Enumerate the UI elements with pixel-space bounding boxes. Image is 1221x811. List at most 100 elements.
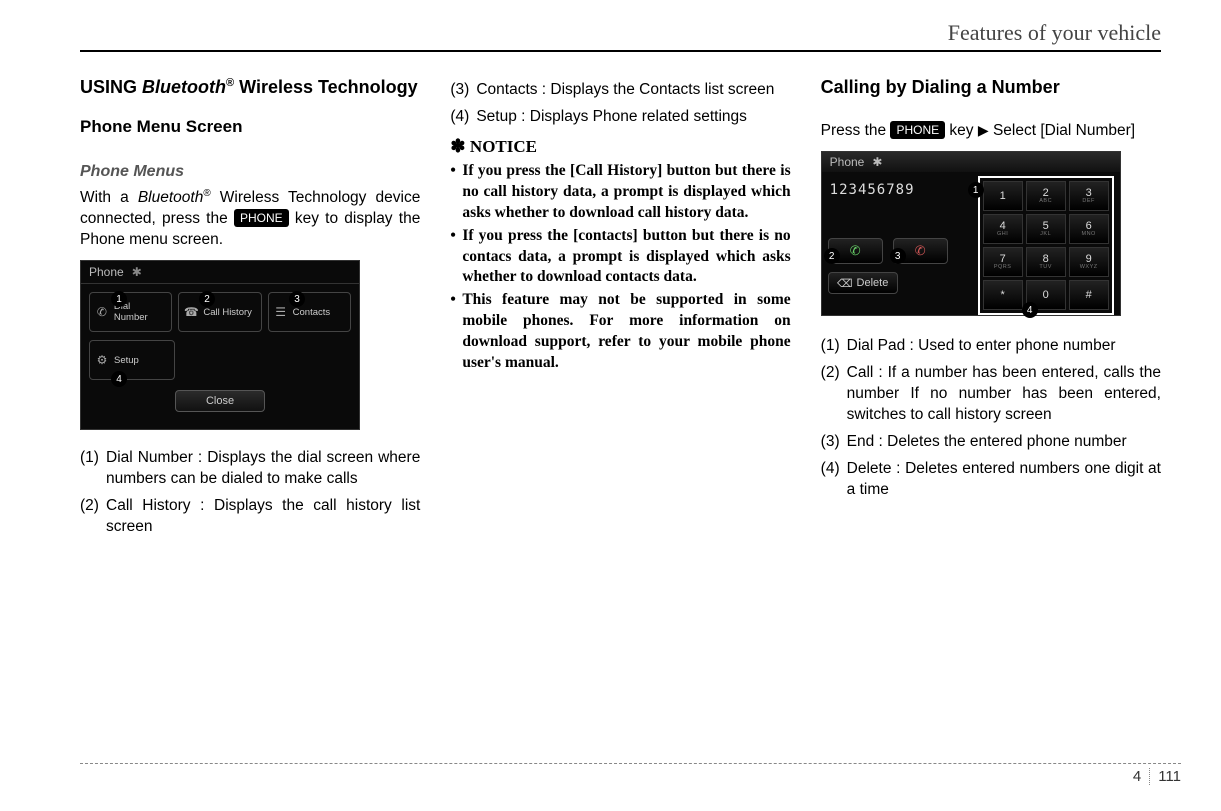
list-col1: (1) Dial Number : Displays the dial scre… <box>80 448 420 538</box>
callout-2: 2 <box>824 248 840 264</box>
column-1: USING Bluetooth® Wireless Technology Pho… <box>80 76 420 544</box>
bullet-text: This feature may not be supported in som… <box>462 290 790 374</box>
column-2: (3) Contacts : Displays the Contacts lis… <box>450 76 790 544</box>
intro-paragraph: With a Bluetooth® Wireless Technology de… <box>80 187 420 251</box>
list-col3: (1) Dial Pad : Used to enter phone numbe… <box>821 336 1161 500</box>
list-col2: (3) Contacts : Displays the Contacts lis… <box>450 80 790 128</box>
contacts-icon: ☰ <box>274 305 288 319</box>
callout-1: 1 <box>968 182 984 198</box>
item-number: (4) <box>450 107 476 128</box>
notice-star-icon: ✽ <box>450 136 470 156</box>
header-title: Features of your vehicle <box>948 20 1161 45</box>
phone-pickup-icon: ✆ <box>850 243 861 259</box>
item-text: Call : If a number has been entered, cal… <box>847 363 1161 426</box>
txt: USING <box>80 77 142 97</box>
key-7[interactable]: 7PQRS <box>983 247 1023 277</box>
dial-pad[interactable]: 1 2ABC 3DEF 4GHI 5JKL 6MNO 7PQRS 8TUV 9W… <box>978 176 1114 315</box>
dial-instruction: Press the PHONE key ▶ Select [Dial Numbe… <box>821 121 1161 142</box>
page-header: Features of your vehicle <box>80 20 1161 52</box>
key-1[interactable]: 1 <box>983 181 1023 211</box>
phone-key-badge: PHONE <box>890 121 945 139</box>
item-text: Delete : Deletes entered numbers one dig… <box>847 459 1161 501</box>
menu-call-history[interactable]: ☎ Call History <box>178 292 261 332</box>
screenshot-title: Phone <box>830 155 865 169</box>
item-text: Contacts : Displays the Contacts list sc… <box>476 80 790 101</box>
key-4[interactable]: 4GHI <box>983 214 1023 244</box>
key-6[interactable]: 6MNO <box>1069 214 1109 244</box>
column-3: Calling by Dialing a Number Press the PH… <box>821 76 1161 544</box>
bullet-dot: • <box>450 161 462 224</box>
menu-contacts[interactable]: ☰ Contacts <box>268 292 351 332</box>
notice-bullet: • This feature may not be supported in s… <box>450 290 790 374</box>
list-item: (4) Delete : Deletes entered numbers one… <box>821 459 1161 501</box>
screenshot-title: Phone <box>89 265 124 279</box>
item-text: Call History : Displays the call history… <box>106 496 420 538</box>
phone-menu-screenshot: Phone ✱ ✆ Dial Number ☎ Call History ☰ C… <box>80 260 360 430</box>
page-number: 111 <box>1158 768 1181 785</box>
bullet-text: If you press the [Call History] button b… <box>462 161 790 224</box>
screenshot-titlebar: Phone ✱ <box>81 261 359 284</box>
columns: USING Bluetooth® Wireless Technology Pho… <box>80 76 1161 544</box>
txt: key <box>945 122 973 139</box>
dial-display: 123456789 <box>828 178 968 208</box>
notice-bullet: • If you press the [contacts] button but… <box>450 226 790 289</box>
label: Close <box>206 395 234 407</box>
manual-page: Features of your vehicle USING Bluetooth… <box>0 0 1221 811</box>
txt: Wireless Technology <box>234 77 418 97</box>
item-number: (3) <box>450 80 476 101</box>
callout-4: 4 <box>1022 302 1038 318</box>
item-number: (2) <box>821 363 847 426</box>
notice-label: NOTICE <box>470 137 537 156</box>
key-8[interactable]: 8TUV <box>1026 247 1066 277</box>
list-item: (2) Call : If a number has been entered,… <box>821 363 1161 426</box>
menu-dial-number[interactable]: ✆ Dial Number <box>89 292 172 332</box>
chapter-number: 4 <box>1133 768 1150 785</box>
list-item: (2) Call History : Displays the call his… <box>80 496 420 538</box>
bluetooth-word: Bluetooth <box>142 77 226 97</box>
item-number: (1) <box>821 336 847 357</box>
list-item: (3) End : Deletes the entered phone numb… <box>821 432 1161 453</box>
section-title-calling: Calling by Dialing a Number <box>821 76 1161 99</box>
delete-button[interactable]: ⌫ Delete <box>828 272 898 294</box>
item-number: (3) <box>821 432 847 453</box>
item-number: (1) <box>80 448 106 490</box>
list-item: (4) Setup : Displays Phone related setti… <box>450 107 790 128</box>
key-9[interactable]: 9WXYZ <box>1069 247 1109 277</box>
key-star[interactable]: * <box>983 280 1023 310</box>
screenshot-titlebar: Phone ✱ <box>822 152 1120 172</box>
callout-3: 3 <box>890 248 906 264</box>
label: Delete <box>857 277 889 289</box>
label: Setup <box>114 355 139 366</box>
bluetooth-icon: ✱ <box>872 155 882 169</box>
key-2[interactable]: 2ABC <box>1026 181 1066 211</box>
section-title-using-bt: USING Bluetooth® Wireless Technology <box>80 76 420 99</box>
menu-setup[interactable]: ⚙ Setup <box>89 340 175 380</box>
key-5[interactable]: 5JKL <box>1026 214 1066 244</box>
label: Call History <box>203 307 252 318</box>
label: Contacts <box>293 307 331 318</box>
txt: Select [Dial Number] <box>993 122 1135 139</box>
bullet-dot: • <box>450 226 462 289</box>
dial-screenshot: Phone ✱ 123456789 ✆ ✆ ⌫ Delete 1 <box>821 151 1121 316</box>
callout-4: 4 <box>111 371 127 387</box>
txt: With a <box>80 189 138 206</box>
bullet-dot: • <box>450 290 462 374</box>
backspace-icon: ⌫ <box>837 277 853 290</box>
dial-left-panel: 123456789 ✆ ✆ ⌫ Delete <box>828 178 968 294</box>
phone-key-badge: PHONE <box>234 209 289 227</box>
close-button[interactable]: Close <box>175 390 265 412</box>
subhead-phone-menus: Phone Menus <box>80 163 420 181</box>
bullet-text: If you press the [contacts] button but t… <box>462 226 790 289</box>
bluetooth-icon: ✱ <box>132 265 142 279</box>
item-text: Setup : Displays Phone related settings <box>476 107 790 128</box>
list-item: (1) Dial Number : Displays the dial scre… <box>80 448 420 490</box>
notice-heading: ✽ NOTICE <box>450 136 790 157</box>
item-text: Dial Number : Displays the dial screen w… <box>106 448 420 490</box>
key-3[interactable]: 3DEF <box>1069 181 1109 211</box>
registered-mark: ® <box>226 77 234 89</box>
arrow-icon: ▶ <box>978 122 989 138</box>
phone-hangup-icon: ✆ <box>915 243 926 259</box>
notice-body: • If you press the [Call History] button… <box>450 161 790 374</box>
key-hash[interactable]: # <box>1069 280 1109 310</box>
page-footer: 4 111 <box>80 763 1181 785</box>
